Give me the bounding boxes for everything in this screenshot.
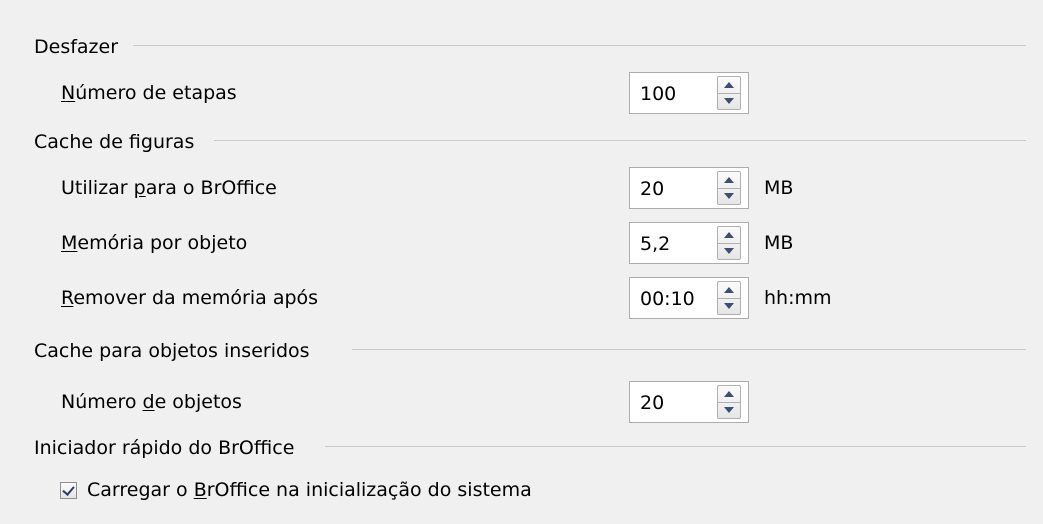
section-divider xyxy=(214,140,1026,141)
undo-section-title: Desfazer xyxy=(34,36,119,58)
graphics-remove-unit: hh:mm xyxy=(764,287,832,309)
quickstarter-section-title: Iniciador rápido do BrOffice xyxy=(34,437,295,459)
graphics-per-object-value[interactable]: 5,2 xyxy=(640,233,670,255)
graphics-remove-value[interactable]: 00:10 xyxy=(640,288,695,310)
graphics-remove-row: Remover da memória após 00:10 hh:mm xyxy=(0,277,1043,321)
triangle-up-icon xyxy=(724,287,734,293)
spin-down-button[interactable] xyxy=(718,298,740,314)
graphics-use-spinfield[interactable]: 20 xyxy=(629,167,749,209)
object-cache-section-title: Cache para objetos inseridos xyxy=(34,340,310,362)
load-on-startup-checkbox[interactable] xyxy=(60,481,77,499)
spin-down-button[interactable] xyxy=(718,243,740,259)
spin-down-button[interactable] xyxy=(718,188,740,204)
object-count-row: Número de objetos 20 xyxy=(0,381,1043,425)
graphics-use-value[interactable]: 20 xyxy=(640,178,664,200)
triangle-down-icon xyxy=(724,193,734,199)
object-count-value[interactable]: 20 xyxy=(640,392,664,414)
spin-buttons xyxy=(717,76,741,110)
graphics-per-object-row: Memória por objeto 5,2 MB xyxy=(0,222,1043,266)
triangle-up-icon xyxy=(724,232,734,238)
object-count-spinfield[interactable]: 20 xyxy=(629,381,749,423)
graphics-use-unit: MB xyxy=(764,177,794,199)
triangle-down-icon xyxy=(724,407,734,413)
graphics-remove-label: Remover da memória após xyxy=(61,287,319,309)
section-divider xyxy=(352,349,1026,350)
triangle-up-icon xyxy=(724,177,734,183)
spin-buttons xyxy=(717,171,741,205)
graphics-use-row: Utilizar para o BrOffice 20 MB xyxy=(0,167,1043,211)
spin-up-button[interactable] xyxy=(718,227,740,244)
triangle-down-icon xyxy=(724,98,734,104)
spin-up-button[interactable] xyxy=(718,282,740,299)
graphics-per-object-spinfield[interactable]: 5,2 xyxy=(629,222,749,264)
graphics-per-object-label: Memória por objeto xyxy=(61,232,248,254)
spin-up-button[interactable] xyxy=(718,172,740,189)
section-divider xyxy=(325,446,1026,447)
triangle-down-icon xyxy=(724,303,734,309)
undo-steps-spinfield[interactable]: 100 xyxy=(629,72,749,114)
spin-down-button[interactable] xyxy=(718,93,740,109)
spin-up-button[interactable] xyxy=(718,386,740,403)
triangle-up-icon xyxy=(724,391,734,397)
section-divider xyxy=(133,45,1026,46)
undo-steps-value[interactable]: 100 xyxy=(640,83,676,105)
graphics-use-label: Utilizar para o BrOffice xyxy=(61,177,277,199)
triangle-down-icon xyxy=(724,248,734,254)
spin-buttons xyxy=(717,226,741,260)
graphics-per-object-unit: MB xyxy=(764,232,794,254)
checkmark-icon xyxy=(62,482,75,496)
triangle-up-icon xyxy=(724,82,734,88)
load-on-startup-option[interactable]: Carregar o BrOffice na inicialização do … xyxy=(60,479,532,501)
graphics-cache-section-title: Cache de figuras xyxy=(34,131,195,153)
spin-buttons xyxy=(717,281,741,315)
object-count-label: Número de objetos xyxy=(61,391,242,413)
spin-down-button[interactable] xyxy=(718,402,740,418)
undo-steps-row: Número de etapas 100 xyxy=(0,72,1043,116)
spin-buttons xyxy=(717,385,741,419)
load-on-startup-label[interactable]: Carregar o BrOffice na inicialização do … xyxy=(87,479,532,501)
undo-steps-label: Número de etapas xyxy=(61,82,237,104)
graphics-remove-spinfield[interactable]: 00:10 xyxy=(629,277,749,319)
spin-up-button[interactable] xyxy=(718,77,740,94)
